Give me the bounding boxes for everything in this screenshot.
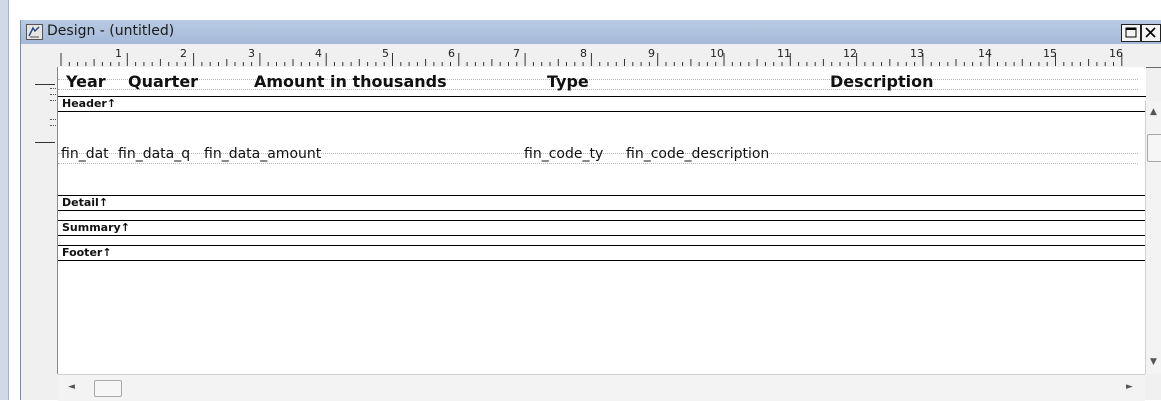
field-year[interactable]: fin_dat: [61, 146, 109, 162]
grid-dots: [58, 79, 1138, 81]
scroll-up-arrow-icon[interactable]: ▲: [1150, 107, 1157, 117]
ruler-number: 16: [1109, 47, 1123, 60]
gutter-tick: [50, 119, 56, 120]
horizontal-scroll-thumb[interactable]: [94, 380, 122, 397]
ruler-number: 11: [777, 47, 791, 60]
close-icon: [1145, 27, 1156, 38]
ruler-number: 1: [115, 47, 122, 60]
ruler-number: 8: [580, 47, 587, 60]
band-detail-label: Detail↑: [62, 196, 109, 209]
band-detail[interactable]: Detail↑: [58, 195, 1146, 211]
ruler-number: 9: [648, 47, 655, 60]
vertical-scroll-thumb[interactable]: [1147, 134, 1161, 162]
field-quarter[interactable]: fin_data_q: [118, 146, 190, 162]
ruler-number: 10: [710, 47, 724, 60]
band-gutter: [21, 44, 57, 400]
maximize-icon: [1125, 27, 1137, 38]
column-label-quarter[interactable]: Quarter: [128, 72, 198, 91]
column-label-year[interactable]: Year: [66, 72, 106, 91]
gutter-header-mark: [35, 84, 55, 85]
field-type[interactable]: fin_code_ty: [524, 146, 603, 162]
column-label-type[interactable]: Type: [547, 72, 589, 91]
close-button[interactable]: [1141, 24, 1161, 42]
column-label-amount[interactable]: Amount in thousands: [254, 72, 447, 91]
ruler-number: 14: [978, 47, 992, 60]
scroll-down-arrow-icon[interactable]: ▼: [1150, 357, 1157, 367]
ruler-number: 6: [448, 47, 455, 60]
ruler-number: 3: [248, 47, 255, 60]
design-canvas[interactable]: Year Quarter Amount in thousands Type De…: [57, 67, 1146, 374]
design-window: Design - (untitled) 1 2 3 4 5 6 7 8 9 10…: [20, 20, 1161, 401]
band-footer-label: Footer↑: [62, 246, 112, 259]
scroll-right-arrow-icon[interactable]: ►: [1126, 382, 1133, 392]
vertical-scrollbar[interactable]: ▲ ▼: [1145, 101, 1161, 374]
ruler-number: 2: [180, 47, 187, 60]
grid-dots: [58, 89, 1138, 91]
ruler-number: 13: [910, 47, 924, 60]
ruler-number: 5: [382, 47, 389, 60]
horizontal-ruler[interactable]: 1 2 3 4 5 6 7 8 9 10 11 12 13 14 15 16: [57, 44, 1161, 68]
column-label-description[interactable]: Description: [830, 72, 933, 91]
band-summary-label: Summary↑: [62, 221, 130, 234]
field-description[interactable]: fin_code_description: [626, 146, 769, 162]
horizontal-scrollbar[interactable]: ◄ ►: [58, 374, 1145, 401]
gutter-tick: [50, 94, 56, 95]
field-amount[interactable]: fin_data_amount: [204, 146, 321, 162]
ruler-number: 7: [513, 47, 520, 60]
band-summary[interactable]: Summary↑: [58, 220, 1146, 236]
design-window-icon[interactable]: [26, 24, 43, 40]
ruler-ticks: [60, 53, 1123, 66]
band-header[interactable]: Header↑: [58, 96, 1146, 112]
band-footer[interactable]: Footer↑: [58, 245, 1146, 261]
gutter-detail-mark: [35, 142, 55, 143]
ruler-number: 12: [843, 47, 857, 60]
ruler-number: 15: [1043, 47, 1057, 60]
gutter-tick: [50, 88, 56, 89]
ruler-number: 4: [315, 47, 322, 60]
gutter-tick: [50, 125, 56, 126]
maximize-button[interactable]: [1121, 24, 1141, 42]
window-title: Design - (untitled): [47, 23, 175, 39]
mouse-cursor-icon: [914, 67, 936, 69]
gutter-tick: [50, 100, 56, 101]
band-header-label: Header↑: [62, 97, 117, 110]
outer-frame-edge: [0, 0, 9, 400]
scroll-left-arrow-icon[interactable]: ◄: [68, 382, 75, 392]
window-titlebar[interactable]: Design - (untitled): [21, 20, 1161, 45]
grid-dots: [58, 163, 1138, 165]
